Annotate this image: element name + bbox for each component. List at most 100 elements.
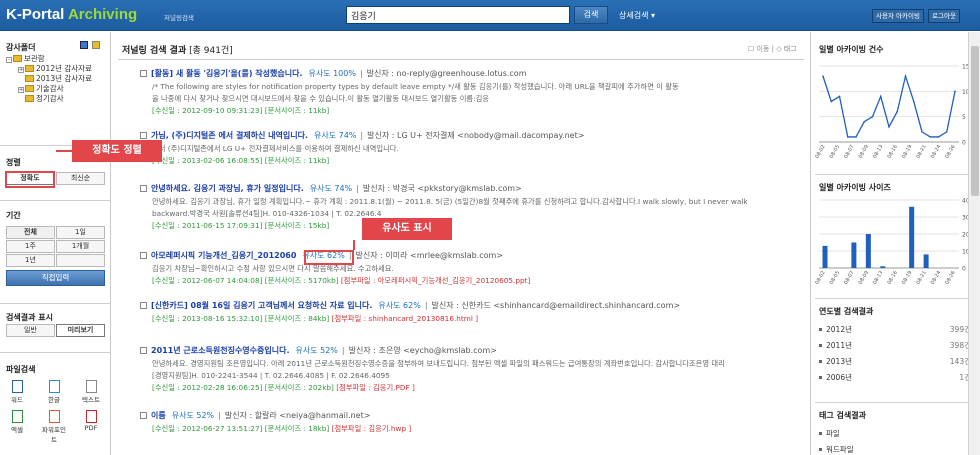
search-button[interactable]: 검색	[574, 6, 608, 24]
excel-filter[interactable]: 엑셀	[6, 410, 28, 436]
excel-icon	[11, 410, 23, 423]
powerpoint-icon	[48, 410, 60, 423]
expand-icon[interactable]: +	[18, 67, 24, 73]
scrollbar-thumb[interactable]	[971, 46, 979, 196]
attachment-link[interactable]: [첨부파일 : shinhancard_20130816.html ]	[332, 314, 478, 323]
result-checkbox[interactable]	[140, 412, 147, 419]
app-logo[interactable]: K-Portal Archiving	[6, 6, 137, 23]
bullet-icon	[819, 432, 822, 435]
similarity-highlight-box	[304, 250, 354, 265]
yearly-item[interactable]: 2006년 1건	[819, 372, 971, 383]
data-point	[871, 115, 874, 118]
pdf-filter[interactable]: PDF	[80, 410, 102, 436]
sort-callout: 정확도 정렬	[72, 140, 162, 162]
separator: |	[356, 184, 359, 193]
period-all-button[interactable]: 전체	[6, 226, 55, 239]
result-title-link[interactable]: [신한카드] 08월 16일 김응기 고객님께서 요청하신 자료 입니다.	[151, 301, 372, 310]
direct-input-button[interactable]: 직접입력	[6, 270, 105, 286]
data-point	[822, 75, 824, 77]
scrollbar[interactable]	[968, 32, 980, 455]
display-preview-button[interactable]: 미리보기	[56, 324, 105, 337]
doc-size: [문서사이즈 : 11kb]	[264, 106, 330, 115]
y-tick-label: 0	[962, 140, 966, 147]
similarity-label: 유사도 62%	[378, 301, 421, 310]
advanced-search-link[interactable]: 상세검색 ▾	[619, 10, 655, 21]
folder-item[interactable]: 정기감사	[25, 93, 64, 104]
logout-button[interactable]: 로그아웃	[928, 9, 960, 23]
data-point	[945, 131, 948, 133]
y-tick-label: 5	[962, 114, 966, 121]
result-checkbox[interactable]	[140, 132, 147, 139]
tag-item[interactable]: 워드파일	[819, 444, 971, 455]
result-checkbox[interactable]	[140, 347, 147, 354]
folder-add-icon[interactable]	[92, 41, 100, 49]
result-checkbox[interactable]	[140, 252, 147, 259]
bullet-icon	[819, 360, 822, 363]
folder-settings-icon[interactable]	[80, 41, 88, 49]
result-checkbox[interactable]	[140, 70, 147, 77]
x-tick-label: 08-24	[930, 144, 942, 160]
result-meta: [수신일 : 2013-08-16 15:32:10] [문서사이즈 : 84k…	[152, 313, 800, 325]
x-tick-label: 08-09	[858, 144, 870, 160]
result-title-link[interactable]: 아모레퍼시픽 기능개선_김응기_2012060	[151, 251, 296, 260]
x-tick-label: 08-05	[829, 144, 841, 160]
sort-latest-button[interactable]: 최신순	[56, 172, 105, 185]
data-point	[855, 136, 857, 138]
attachment-link[interactable]: [첨부파일 : 아모레퍼시픽_기능개선_김응기_20120605.ppt]	[341, 276, 530, 285]
similarity-label: 유사도 74%	[309, 184, 353, 193]
data-point	[921, 131, 923, 133]
result-title-link[interactable]: [활동] 새 활동 '김응기'을(를) 작성했습니다.	[151, 69, 302, 78]
bullet-icon	[819, 344, 822, 347]
data-point	[846, 136, 849, 138]
search-input[interactable]: 김응기	[346, 6, 570, 24]
x-tick-label: 08-24	[930, 270, 942, 286]
hwp-filter[interactable]: 한글	[43, 380, 65, 406]
text-icon	[85, 380, 97, 393]
period-1month-button[interactable]: 1개월	[56, 240, 105, 253]
result-title-link[interactable]: 가님, (주)디지털존 에서 결제하신 내역입니다.	[151, 131, 308, 140]
result-item: 안녕하세요. 김응기 과장님, 휴가 일정입니다. 유사도 74% | 발신자 : 박…	[140, 183, 800, 232]
period-1year-button[interactable]: 1년	[6, 254, 55, 267]
logo-subtitle: 저널링검색	[164, 14, 194, 22]
period-1week-button[interactable]: 1주	[6, 240, 55, 253]
data-point	[838, 95, 841, 98]
x-tick-label: 08-13	[872, 144, 884, 160]
similarity-label: 유사도 52%	[171, 411, 215, 420]
yearly-item[interactable]: 2011년 398건	[819, 340, 971, 351]
result-checkbox[interactable]	[140, 185, 147, 192]
x-tick-label: 08-02	[814, 270, 826, 286]
x-tick-label: 08-16	[886, 144, 898, 160]
powerpoint-filter[interactable]: 파워포인트	[40, 410, 68, 444]
result-title-link[interactable]: 이름	[151, 411, 166, 420]
result-body: 김응기 차장님~확인하시고 수정 사항 있으시면 다시 말씀해주세요. 수고하세…	[152, 264, 394, 273]
series-line	[822, 73, 956, 138]
bar	[865, 234, 871, 268]
separator: |	[360, 131, 364, 140]
display-normal-button[interactable]: 일반	[6, 324, 55, 337]
result-title-link[interactable]: 안녕하세요. 김응기 과장님, 휴가 일정입니다.	[151, 184, 304, 193]
result-title-link[interactable]: 2011년 근로소득원천징수영수증입니다.	[151, 346, 290, 355]
text-filter[interactable]: 텍스트	[80, 380, 102, 406]
expand-icon[interactable]: +	[18, 87, 24, 93]
word-filter[interactable]: 워드	[6, 380, 28, 406]
result-body: 에서 (주)디지털존에서 LG U+ 전자결제서비스를 이용하여 결제하신 내역…	[152, 144, 399, 153]
collapse-icon[interactable]: -	[6, 57, 12, 63]
result-meta: [수신일 : 2012-09-10 09:31:23] [문서사이즈 : 11k…	[152, 105, 800, 117]
pdf-icon	[85, 410, 97, 423]
display-title: 검색결과 표시	[6, 313, 53, 322]
period-1day-button[interactable]: 1일	[56, 226, 105, 239]
folder-icon	[25, 85, 34, 92]
callout-connector	[56, 150, 72, 152]
folder-icon	[25, 75, 34, 82]
result-header: 가님, (주)디지털존 에서 결제하신 내역입니다. 유사도 74% | 발신자 : …	[140, 130, 800, 142]
attachment-link[interactable]: [첨부파일 : 김응기.PDF ]	[336, 383, 415, 392]
yearly-item[interactable]: 2013년 143건	[819, 356, 971, 367]
bar	[880, 266, 886, 268]
daily-count-chart: 05101508-02 08-05 08-07 08-09 08-13 08-16 08-1…	[814, 64, 970, 160]
tag-item[interactable]: 파일	[819, 428, 971, 439]
attachment-link[interactable]: [첨부파일 : 김응기.hwp ]	[332, 424, 412, 433]
result-tools[interactable]: ☐ 이동 | ◇ 태그	[748, 44, 797, 54]
result-checkbox[interactable]	[140, 302, 147, 309]
user-archive-button[interactable]: 사용자 아카이빙	[872, 9, 924, 23]
yearly-item[interactable]: 2012년 399건	[819, 324, 971, 335]
